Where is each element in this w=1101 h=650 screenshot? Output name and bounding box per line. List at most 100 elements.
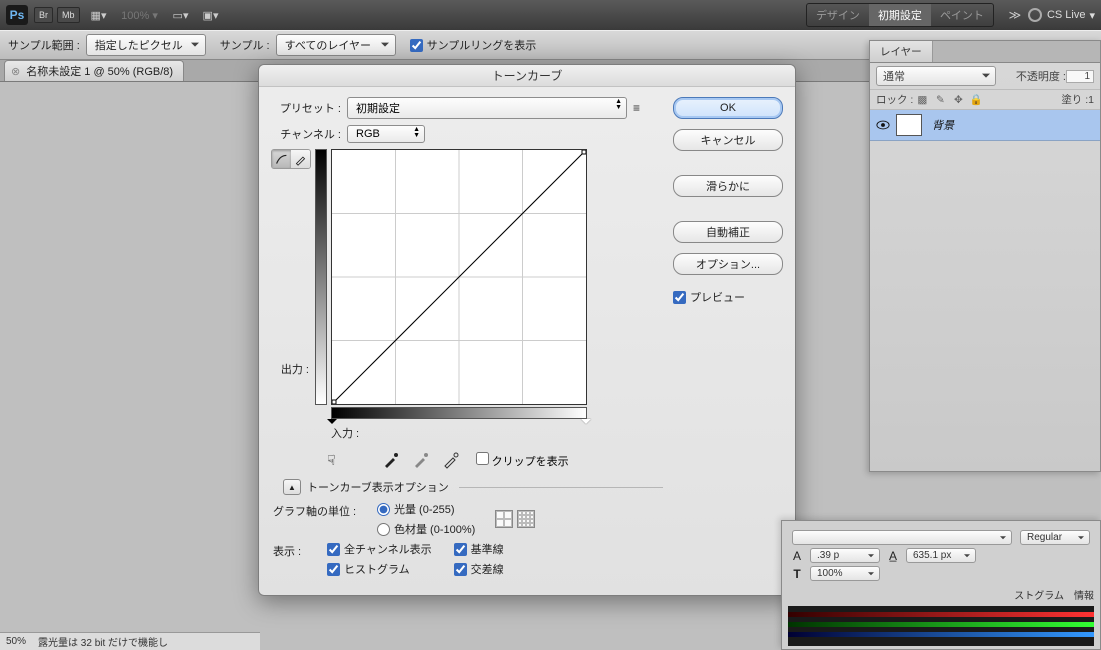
workspace-switcher[interactable]: デザイン 初期設定 ペイント — [806, 3, 994, 27]
curve-tool-toggle[interactable] — [271, 149, 311, 169]
opacity-label: 不透明度 : — [1016, 68, 1066, 84]
histogram-tab-stub[interactable]: ストグラム — [1014, 587, 1064, 602]
blend-mode-dropdown[interactable]: 通常 — [876, 66, 996, 86]
zoom-readout[interactable]: 50% — [6, 636, 26, 647]
sample-layers-label: サンプル : — [220, 37, 270, 53]
pencil-tool-icon[interactable] — [291, 150, 310, 168]
black-point-slider[interactable] — [327, 419, 337, 429]
font-style-dropdown[interactable]: Regular — [1020, 530, 1090, 545]
preview-checkbox[interactable] — [673, 291, 686, 304]
leading-icon: A — [788, 549, 806, 563]
histogram-preview — [788, 606, 1094, 646]
sample-range-label: サンプル範囲 : — [8, 37, 80, 53]
workspace-paint[interactable]: ペイント — [931, 4, 993, 26]
document-tab[interactable]: ⊗ 名称未設定 1 @ 50% (RGB/8) — [4, 60, 184, 81]
status-note: 露光量は 32 bit だけで機能し — [38, 634, 168, 649]
character-panel: Regular A .39 p A̲ 635.1 px T 100% ストグラム… — [781, 520, 1101, 650]
preset-menu-icon[interactable]: ≡ — [633, 101, 640, 115]
lock-pixels-icon[interactable]: ▩ — [915, 93, 929, 107]
divider — [459, 487, 663, 488]
channel-value: RGB — [356, 128, 380, 140]
cancel-button[interactable]: キャンセル — [673, 129, 783, 151]
layers-tab[interactable]: レイヤー — [870, 41, 933, 62]
black-eyedropper-icon[interactable] — [382, 451, 400, 469]
curves-dialog: トーンカーブ プリセット : 初期設定 ▲▼ ≡ チャンネル : RGB ▲▼ — [258, 64, 796, 596]
show-allchannels-checkbox[interactable] — [327, 543, 340, 556]
show-allchannels-label: 全チャンネル表示 — [344, 541, 432, 557]
grid-coarse-icon[interactable] — [495, 510, 513, 528]
show-histogram-checkbox[interactable] — [327, 563, 340, 576]
show-clipping-label: クリップを表示 — [492, 456, 569, 468]
curve-graph[interactable] — [331, 149, 587, 405]
workspace-design[interactable]: デザイン — [807, 4, 869, 26]
font-family-dropdown[interactable] — [792, 530, 1012, 545]
tracking-icon: A̲ — [884, 549, 902, 563]
output-label: 出力 : — [255, 361, 309, 377]
axis-light-radio[interactable] — [377, 503, 390, 516]
grid-fine-icon[interactable] — [517, 510, 535, 528]
options-button[interactable]: オプション... — [673, 253, 783, 275]
sample-layers-dropdown[interactable]: すべてのレイヤー — [276, 34, 396, 56]
app-menubar: Ps Br Mb ▦▾ 100% ▾ ▭▾ ▣▾ デザイン 初期設定 ペイント … — [0, 0, 1101, 30]
preset-label: プリセット : — [271, 100, 341, 116]
show-sampling-ring-checkbox[interactable] — [410, 39, 423, 52]
status-bar: 50% 露光量は 32 bit だけで機能し — [0, 632, 260, 650]
layer-name[interactable]: 背景 — [932, 117, 954, 133]
preview-label: プレビュー — [690, 289, 745, 305]
show-clipping-checkbox[interactable] — [476, 452, 489, 465]
lock-label: ロック : — [876, 92, 913, 107]
show-baseline-label: 基準線 — [471, 541, 504, 557]
show-label: 表示 : — [273, 541, 323, 559]
value2-field[interactable]: 635.1 px — [906, 548, 976, 563]
sample-range-dropdown[interactable]: 指定したピクセル — [86, 34, 206, 56]
smooth-button[interactable]: 滑らかに — [673, 175, 783, 197]
workspace-default[interactable]: 初期設定 — [869, 4, 931, 26]
show-baseline-checkbox[interactable] — [454, 543, 467, 556]
layer-row-background[interactable]: 背景 — [870, 110, 1100, 141]
white-point-slider[interactable] — [581, 419, 591, 429]
on-image-adjust-icon[interactable]: ☟ — [327, 452, 336, 469]
ok-button[interactable]: OK — [673, 97, 783, 119]
lock-brush-icon[interactable]: ✎ — [933, 93, 947, 107]
white-eyedropper-icon[interactable] — [442, 451, 460, 469]
gray-eyedropper-icon[interactable] — [412, 451, 430, 469]
visibility-eye-icon[interactable] — [876, 119, 890, 131]
close-icon[interactable]: ⊗ — [11, 65, 20, 78]
lock-all-icon[interactable]: 🔒 — [969, 93, 983, 107]
workspace-more-icon[interactable]: ≫ — [1006, 8, 1024, 22]
document-tab-title: 名称未設定 1 @ 50% (RGB/8) — [26, 63, 173, 79]
channel-dropdown[interactable]: RGB ▲▼ — [347, 125, 425, 143]
show-intersection-checkbox[interactable] — [454, 563, 467, 576]
lock-move-icon[interactable]: ✥ — [951, 93, 965, 107]
zoom-dd-icon[interactable]: 100% ▾ — [118, 5, 162, 25]
cslive-label: CS Live — [1047, 9, 1086, 21]
fill-value[interactable]: 1 — [1088, 94, 1094, 106]
layer-thumbnail[interactable] — [896, 114, 922, 136]
minibridge-chip[interactable]: Mb — [57, 7, 80, 23]
layers-panel: レイヤー 通常 不透明度 : 1 ロック : ▩ ✎ ✥ 🔒 塗り : 1 背景 — [869, 40, 1101, 472]
auto-button[interactable]: 自動補正 — [673, 221, 783, 243]
opacity-value[interactable]: 1 — [1066, 70, 1094, 83]
point-tool-icon[interactable] — [272, 150, 291, 168]
scale-field[interactable]: 100% — [810, 566, 880, 581]
disclosure-toggle[interactable]: ▲ — [283, 479, 301, 495]
cslive-button[interactable]: CS Live ▾ — [1028, 8, 1095, 22]
dialog-title: トーンカーブ — [259, 65, 795, 87]
film-icon[interactable]: ▦▾ — [88, 5, 110, 25]
fill-label: 塗り : — [1061, 92, 1088, 107]
value1-field[interactable]: .39 p — [810, 548, 880, 563]
axis-pigment-label: 色材量 (0-100%) — [394, 521, 475, 537]
preset-value: 初期設定 — [356, 103, 400, 115]
screenmode-icon[interactable]: ▣▾ — [200, 5, 222, 25]
arrange-icon[interactable]: ▭▾ — [170, 5, 192, 25]
input-gradient[interactable] — [331, 407, 587, 419]
bridge-chip[interactable]: Br — [34, 7, 53, 23]
axis-unit-label: グラフ軸の単位 : — [273, 501, 373, 519]
preset-dropdown[interactable]: 初期設定 ▲▼ — [347, 97, 627, 119]
output-gradient — [315, 149, 327, 405]
axis-pigment-radio[interactable] — [377, 523, 390, 536]
channel-label: チャンネル : — [271, 126, 341, 142]
info-tab-stub[interactable]: 情報 — [1074, 587, 1094, 602]
cslive-ring-icon — [1028, 8, 1042, 22]
disclosure-label: トーンカーブ表示オプション — [307, 479, 449, 495]
